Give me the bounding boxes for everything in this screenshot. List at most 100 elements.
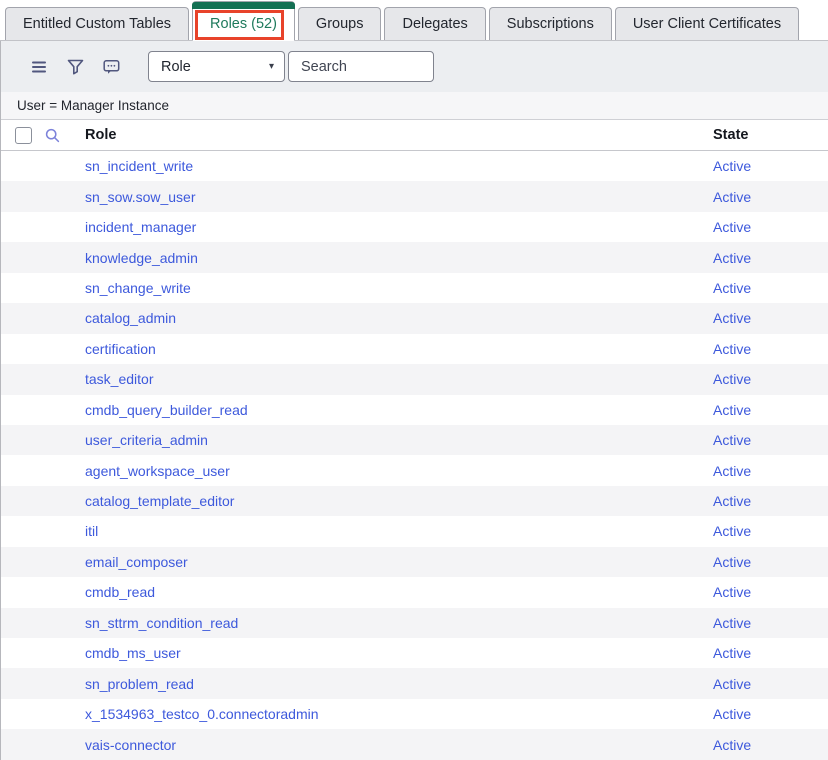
state-value[interactable]: Active (713, 615, 751, 631)
breadcrumb[interactable]: User = Manager Instance (1, 92, 828, 120)
state-value[interactable]: Active (713, 341, 751, 357)
tab-subscriptions[interactable]: Subscriptions (489, 7, 612, 40)
funnel-icon (67, 59, 84, 75)
role-cell: sn_sttrm_condition_read (85, 615, 713, 631)
state-cell: Active (713, 158, 828, 174)
role-link[interactable]: sn_problem_read (85, 676, 194, 692)
state-cell: Active (713, 645, 828, 661)
role-link[interactable]: agent_workspace_user (85, 463, 230, 479)
menu-icon (31, 60, 47, 74)
column-search-icon[interactable] (45, 128, 85, 143)
state-value[interactable]: Active (713, 493, 751, 509)
state-value[interactable]: Active (713, 463, 751, 479)
state-cell: Active (713, 250, 828, 266)
role-cell: cmdb_ms_user (85, 645, 713, 661)
table-row: task_editor Active (1, 364, 828, 394)
tab-bar: Entitled Custom Tables Roles (52)GroupsDe… (0, 0, 828, 41)
table-row: cmdb_query_builder_read Active (1, 395, 828, 425)
role-cell: catalog_admin (85, 310, 713, 326)
state-value[interactable]: Active (713, 402, 751, 418)
role-link[interactable]: sn_sttrm_condition_read (85, 615, 238, 631)
search-input[interactable] (288, 51, 434, 82)
chevron-down-icon: ▾ (269, 62, 274, 72)
role-cell: cmdb_read (85, 584, 713, 600)
chat-icon[interactable] (102, 58, 120, 76)
role-link[interactable]: cmdb_ms_user (85, 645, 181, 661)
role-link[interactable]: itil (85, 523, 98, 539)
state-cell: Active (713, 310, 828, 326)
tab-label: Entitled Custom Tables (23, 16, 171, 32)
column-header-state[interactable]: State (713, 127, 828, 143)
role-link[interactable]: x_1534963_testco_0.connectoradmin (85, 706, 319, 722)
role-link[interactable]: email_composer (85, 554, 188, 570)
state-value[interactable]: Active (713, 158, 751, 174)
table-row: agent_workspace_user Active (1, 455, 828, 485)
state-cell: Active (713, 463, 828, 479)
state-value[interactable]: Active (713, 584, 751, 600)
table-row: catalog_admin Active (1, 303, 828, 333)
tab-user-client-certificates[interactable]: User Client Certificates (615, 7, 799, 40)
role-link[interactable]: vais-connector (85, 737, 176, 753)
search-column-value: Role (161, 59, 191, 75)
state-value[interactable]: Active (713, 310, 751, 326)
table-row: sn_change_write Active (1, 273, 828, 303)
state-value[interactable]: Active (713, 676, 751, 692)
state-value[interactable]: Active (713, 554, 751, 570)
breadcrumb-text: User = Manager Instance (17, 98, 169, 113)
role-cell: sn_incident_write (85, 158, 713, 174)
state-value[interactable]: Active (713, 523, 751, 539)
list-menu-icon[interactable] (30, 58, 48, 76)
tab-roles-52[interactable]: Roles (52) (192, 1, 295, 41)
select-all-checkbox[interactable] (15, 127, 32, 144)
role-cell: user_criteria_admin (85, 432, 713, 448)
user-related-lists-panel: Entitled Custom Tables Roles (52)GroupsDe… (0, 0, 828, 760)
state-value[interactable]: Active (713, 250, 751, 266)
tab-groups[interactable]: Groups (298, 7, 382, 40)
state-cell: Active (713, 341, 828, 357)
role-cell: x_1534963_testco_0.connectoradmin (85, 706, 713, 722)
role-cell: itil (85, 523, 713, 539)
role-link[interactable]: task_editor (85, 371, 153, 387)
table-row: incident_manager Active (1, 212, 828, 242)
table-row: sn_problem_read Active (1, 668, 828, 698)
column-header-role[interactable]: Role (85, 127, 713, 143)
roles-list-content: Role ▾ User = Manager Instance Role Stat… (0, 41, 828, 760)
table-row: user_criteria_admin Active (1, 425, 828, 455)
search-column-select[interactable]: Role ▾ (148, 51, 285, 82)
state-value[interactable]: Active (713, 371, 751, 387)
role-link[interactable]: knowledge_admin (85, 250, 198, 266)
state-cell: Active (713, 402, 828, 418)
role-link[interactable]: incident_manager (85, 219, 196, 235)
role-link[interactable]: sn_sow.sow_user (85, 189, 196, 205)
role-link[interactable]: catalog_template_editor (85, 493, 234, 509)
role-cell: vais-connector (85, 737, 713, 753)
state-value[interactable]: Active (713, 737, 751, 753)
list-toolbar: Role ▾ (1, 41, 828, 92)
state-cell: Active (713, 554, 828, 570)
state-value[interactable]: Active (713, 189, 751, 205)
table-row: x_1534963_testco_0.connectoradmin Active (1, 699, 828, 729)
tab-entitled-custom-tables[interactable]: Entitled Custom Tables (5, 7, 189, 40)
state-value[interactable]: Active (713, 219, 751, 235)
role-link[interactable]: user_criteria_admin (85, 432, 208, 448)
state-value[interactable]: Active (713, 280, 751, 296)
state-value[interactable]: Active (713, 706, 751, 722)
filter-icon[interactable] (66, 58, 84, 76)
state-cell: Active (713, 523, 828, 539)
state-value[interactable]: Active (713, 432, 751, 448)
state-cell: Active (713, 584, 828, 600)
role-link[interactable]: catalog_admin (85, 310, 176, 326)
role-cell: certification (85, 341, 713, 357)
role-link[interactable]: sn_incident_write (85, 158, 193, 174)
role-cell: agent_workspace_user (85, 463, 713, 479)
role-cell: email_composer (85, 554, 713, 570)
tab-delegates[interactable]: Delegates (384, 7, 485, 40)
table-row: cmdb_ms_user Active (1, 638, 828, 668)
role-link[interactable]: cmdb_read (85, 584, 155, 600)
role-cell: knowledge_admin (85, 250, 713, 266)
state-value[interactable]: Active (713, 645, 751, 661)
role-link[interactable]: sn_change_write (85, 280, 191, 296)
state-cell: Active (713, 371, 828, 387)
role-link[interactable]: cmdb_query_builder_read (85, 402, 248, 418)
role-link[interactable]: certification (85, 341, 156, 357)
